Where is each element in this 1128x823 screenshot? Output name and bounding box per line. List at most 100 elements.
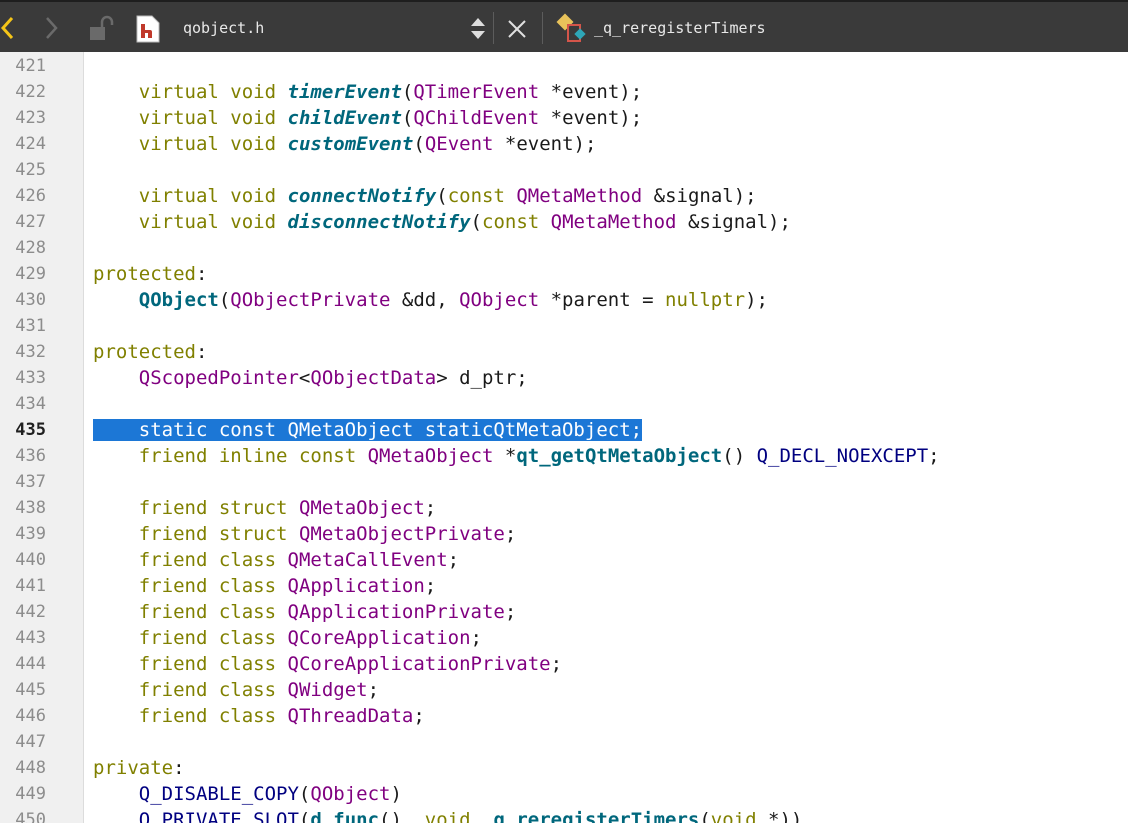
- line-number: 442: [15, 602, 46, 622]
- code-line[interactable]: 425: [0, 157, 1128, 183]
- toolbar-separator: [542, 12, 543, 44]
- line-number: 448: [15, 758, 46, 778]
- line-number: 429: [15, 264, 46, 284]
- code-text: friend class QApplication;: [138, 575, 437, 597]
- code-line[interactable]: 449 Q_DISABLE_COPY(QObject): [0, 781, 1128, 807]
- line-number: 439: [15, 524, 46, 544]
- line-number: 430: [15, 290, 46, 310]
- line-number: 432: [15, 342, 46, 362]
- code-text: protected:: [93, 341, 208, 363]
- code-text: QScopedPointer<QObjectData> d_ptr;: [138, 367, 528, 389]
- line-number: 447: [15, 732, 46, 752]
- code-line[interactable]: 438 friend struct QMetaObject;: [0, 495, 1128, 521]
- code-text: virtual void disconnectNotify(const QMet…: [138, 211, 791, 233]
- code-line[interactable]: 424 virtual void customEvent(QEvent *eve…: [0, 131, 1128, 157]
- code-line[interactable]: 440 friend class QMetaCallEvent;: [0, 547, 1128, 573]
- code-editor[interactable]: 421 422 virtual void timerEvent(QTimerEve…: [0, 52, 1128, 823]
- line-number: 441: [15, 576, 46, 596]
- code-text: private:: [93, 757, 185, 779]
- code-line[interactable]: 439 friend struct QMetaObjectPrivate;: [0, 521, 1128, 547]
- code-line[interactable]: 445 friend class QWidget;: [0, 677, 1128, 703]
- line-number: 445: [15, 680, 46, 700]
- code-line[interactable]: 422 virtual void timerEvent(QTimerEvent …: [0, 79, 1128, 105]
- chevron-left-icon: [0, 16, 14, 40]
- code-line[interactable]: 442 friend class QApplicationPrivate;: [0, 599, 1128, 625]
- line-number: 431: [15, 316, 46, 336]
- line-number: 436: [15, 446, 46, 466]
- code-text: virtual void childEvent(QChildEvent *eve…: [138, 107, 643, 129]
- code-text: Q_DISABLE_COPY(QObject): [138, 783, 402, 805]
- line-number: 426: [15, 186, 46, 206]
- symbol-icon: [556, 13, 586, 42]
- code-line[interactable]: 436 friend inline const QMetaObject *qt_…: [0, 443, 1128, 469]
- line-number: 449: [15, 784, 46, 804]
- code-line[interactable]: 443 friend class QCoreApplication;: [0, 625, 1128, 651]
- code-text: friend class QCoreApplication;: [138, 627, 482, 649]
- code-text: Q_PRIVATE_SLOT(d_func(), void _q_reregis…: [138, 809, 803, 823]
- code-line[interactable]: 426 virtual void connectNotify(const QMe…: [0, 183, 1128, 209]
- code-text: protected:: [93, 263, 208, 285]
- line-number: 435: [15, 420, 46, 440]
- code-line[interactable]: 446 friend class QThreadData;: [0, 703, 1128, 729]
- code-line[interactable]: 444 friend class QCoreApplicationPrivate…: [0, 651, 1128, 677]
- line-number: 423: [15, 108, 46, 128]
- line-number: 437: [15, 472, 46, 492]
- lock-button[interactable]: [88, 15, 116, 43]
- code-line[interactable]: 447: [0, 729, 1128, 755]
- text-selection: static const QMetaObject staticQtMetaObj…: [93, 419, 643, 441]
- code-line[interactable]: 427 virtual void disconnectNotify(const …: [0, 209, 1128, 235]
- line-number: 450: [15, 810, 46, 823]
- code-text: friend class QCoreApplicationPrivate;: [138, 653, 563, 675]
- line-number: 428: [15, 238, 46, 258]
- line-number: 433: [15, 368, 46, 388]
- code-text: QObject(QObjectPrivate &dd, QObject *par…: [138, 289, 768, 311]
- code-line[interactable]: 423 virtual void childEvent(QChildEvent …: [0, 105, 1128, 131]
- code-line[interactable]: 421: [0, 53, 1128, 79]
- code-text: friend inline const QMetaObject *qt_getQ…: [138, 445, 940, 467]
- code-line[interactable]: 434: [0, 391, 1128, 417]
- line-number: 422: [15, 82, 46, 102]
- code-text: virtual void customEvent(QEvent *event);: [138, 133, 597, 155]
- code-line[interactable]: 435 static const QMetaObject staticQtMet…: [0, 417, 1128, 443]
- code-line[interactable]: 429 protected:: [0, 261, 1128, 287]
- code-text: friend class QApplicationPrivate;: [138, 601, 517, 623]
- file-icon-box: [136, 15, 160, 43]
- code-line[interactable]: 428: [0, 235, 1128, 261]
- line-number: 446: [15, 706, 46, 726]
- line-number: 427: [15, 212, 46, 232]
- line-number: 434: [15, 394, 46, 414]
- code-line[interactable]: 441 friend class QApplication;: [0, 573, 1128, 599]
- code-text: friend class QThreadData;: [138, 705, 425, 727]
- code-text: virtual void timerEvent(QTimerEvent *eve…: [138, 81, 643, 103]
- code-line[interactable]: 432 protected:: [0, 339, 1128, 365]
- chevron-right-icon: [46, 17, 58, 39]
- symbol-name[interactable]: _q_reregisterTimers: [594, 19, 766, 37]
- line-number: 444: [15, 654, 46, 674]
- code-line[interactable]: 430 QObject(QObjectPrivate &dd, QObject …: [0, 287, 1128, 313]
- back-button[interactable]: [0, 14, 20, 42]
- line-number: 438: [15, 498, 46, 518]
- line-number: 425: [15, 160, 46, 180]
- forward-button[interactable]: [42, 14, 62, 42]
- code-line[interactable]: 431: [0, 313, 1128, 339]
- code-line[interactable]: 450 Q_PRIVATE_SLOT(d_func(), void _q_rer…: [0, 807, 1128, 823]
- header-file-icon: [136, 15, 160, 43]
- symbol-icon-box: [556, 12, 590, 46]
- code-text: friend struct QMetaObjectPrivate;: [138, 523, 517, 545]
- code-line[interactable]: 448 private:: [0, 755, 1128, 781]
- line-number: 421: [15, 56, 46, 76]
- code-text: virtual void connectNotify(const QMetaMe…: [138, 185, 757, 207]
- line-number: 440: [15, 550, 46, 570]
- editor-toolbar: qobject.h _q_reregisterTimers: [0, 0, 1128, 52]
- code-text: friend struct QMetaObject;: [138, 497, 437, 519]
- close-button[interactable]: [506, 18, 528, 40]
- code-line[interactable]: 433 QScopedPointer<QObjectData> d_ptr;: [0, 365, 1128, 391]
- line-number: 424: [15, 134, 46, 154]
- toolbar-separator: [493, 12, 494, 44]
- file-dropdown-button[interactable]: [468, 16, 488, 42]
- code-text: friend class QMetaCallEvent;: [138, 549, 460, 571]
- file-name[interactable]: qobject.h: [183, 19, 264, 37]
- up-down-arrows-icon: [471, 18, 485, 39]
- code-line[interactable]: 437: [0, 469, 1128, 495]
- code-text: friend class QWidget;: [138, 679, 380, 701]
